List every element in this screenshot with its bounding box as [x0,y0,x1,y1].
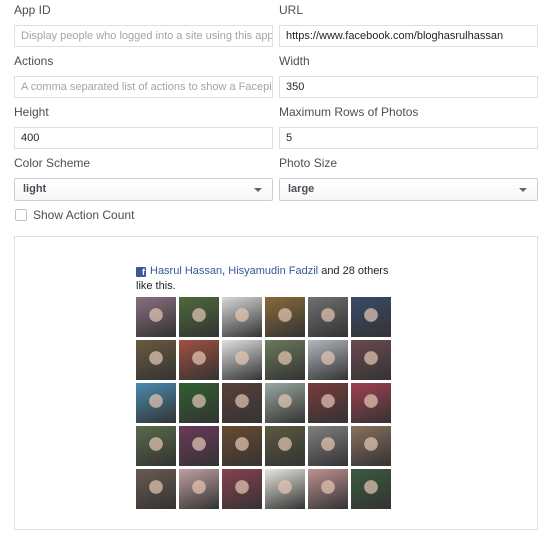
show-action-count-checkbox[interactable]: Show Action Count [15,208,134,222]
profile-photo[interactable] [351,340,391,380]
color-scheme-value: light [23,183,47,195]
profile-photo[interactable] [179,469,219,509]
width-input[interactable]: 350 [279,76,538,98]
chevron-down-icon [519,188,527,192]
profile-photo[interactable] [351,469,391,509]
profile-photo[interactable] [179,340,219,380]
profile-photo[interactable] [265,297,305,337]
profile-photo[interactable] [222,469,262,509]
show-action-count-label: Show Action Count [33,208,135,222]
profile-photo[interactable] [222,426,262,466]
friend-link[interactable]: Hasrul Hassan [150,265,222,277]
url-field: URL https://www.facebook.com/bloghasrulh… [279,3,538,47]
actions-label: Actions [14,54,54,68]
profile-photo[interactable] [308,297,348,337]
photo-grid [136,297,391,509]
width-field: Width 350 [279,54,538,98]
color-scheme-select[interactable]: light [14,178,273,201]
app-id-input[interactable]: Display people who logged into a site us… [14,25,273,47]
checkbox-icon[interactable] [15,209,27,221]
height-label: Height [14,105,49,119]
max-rows-input[interactable]: 5 [279,127,538,149]
profile-photo[interactable] [136,469,176,509]
height-input[interactable]: 400 [14,127,273,149]
height-field: Height 400 [14,105,273,149]
like-sentence: f Hasrul Hassan, Hisyamudin Fadzil and 28… [136,264,406,294]
max-rows-field: Maximum Rows of Photos 5 [279,105,538,149]
photo-size-value: large [288,183,315,195]
profile-photo[interactable] [308,469,348,509]
profile-photo[interactable] [136,340,176,380]
profile-photo[interactable] [136,297,176,337]
profile-photo[interactable] [222,383,262,423]
chevron-down-icon [254,188,262,192]
photo-size-label: Photo Size [279,156,338,170]
app-id-label: App ID [14,3,51,17]
profile-photo[interactable] [179,297,219,337]
profile-photo[interactable] [222,340,262,380]
profile-photo[interactable] [179,383,219,423]
friend-link[interactable]: Hisyamudin Fadzil [228,265,318,277]
photo-size-select[interactable]: large [279,178,538,201]
profile-photo[interactable] [179,426,219,466]
facebook-icon: f [136,267,146,277]
profile-photo[interactable] [136,383,176,423]
profile-photo[interactable] [265,469,305,509]
profile-photo[interactable] [351,426,391,466]
profile-photo[interactable] [265,340,305,380]
url-label: URL [279,3,304,17]
profile-photo[interactable] [308,340,348,380]
profile-photo[interactable] [222,297,262,337]
url-input[interactable]: https://www.facebook.com/bloghasrulhassa… [279,25,538,47]
app-id-field: App ID Display people who logged into a … [14,3,273,47]
actions-input[interactable]: A comma separated list of actions to sho… [14,76,273,98]
width-label: Width [279,54,310,68]
profile-photo[interactable] [265,383,305,423]
color-scheme-field: Color Scheme light [14,156,273,201]
profile-photo[interactable] [308,383,348,423]
profile-photo[interactable] [136,426,176,466]
profile-photo[interactable] [265,426,305,466]
profile-photo[interactable] [308,426,348,466]
profile-photo[interactable] [351,297,391,337]
actions-field: Actions A comma separated list of action… [14,54,273,98]
profile-photo[interactable] [351,383,391,423]
color-scheme-label: Color Scheme [14,156,91,170]
max-rows-label: Maximum Rows of Photos [279,105,419,119]
photo-size-field: Photo Size large [279,156,538,201]
